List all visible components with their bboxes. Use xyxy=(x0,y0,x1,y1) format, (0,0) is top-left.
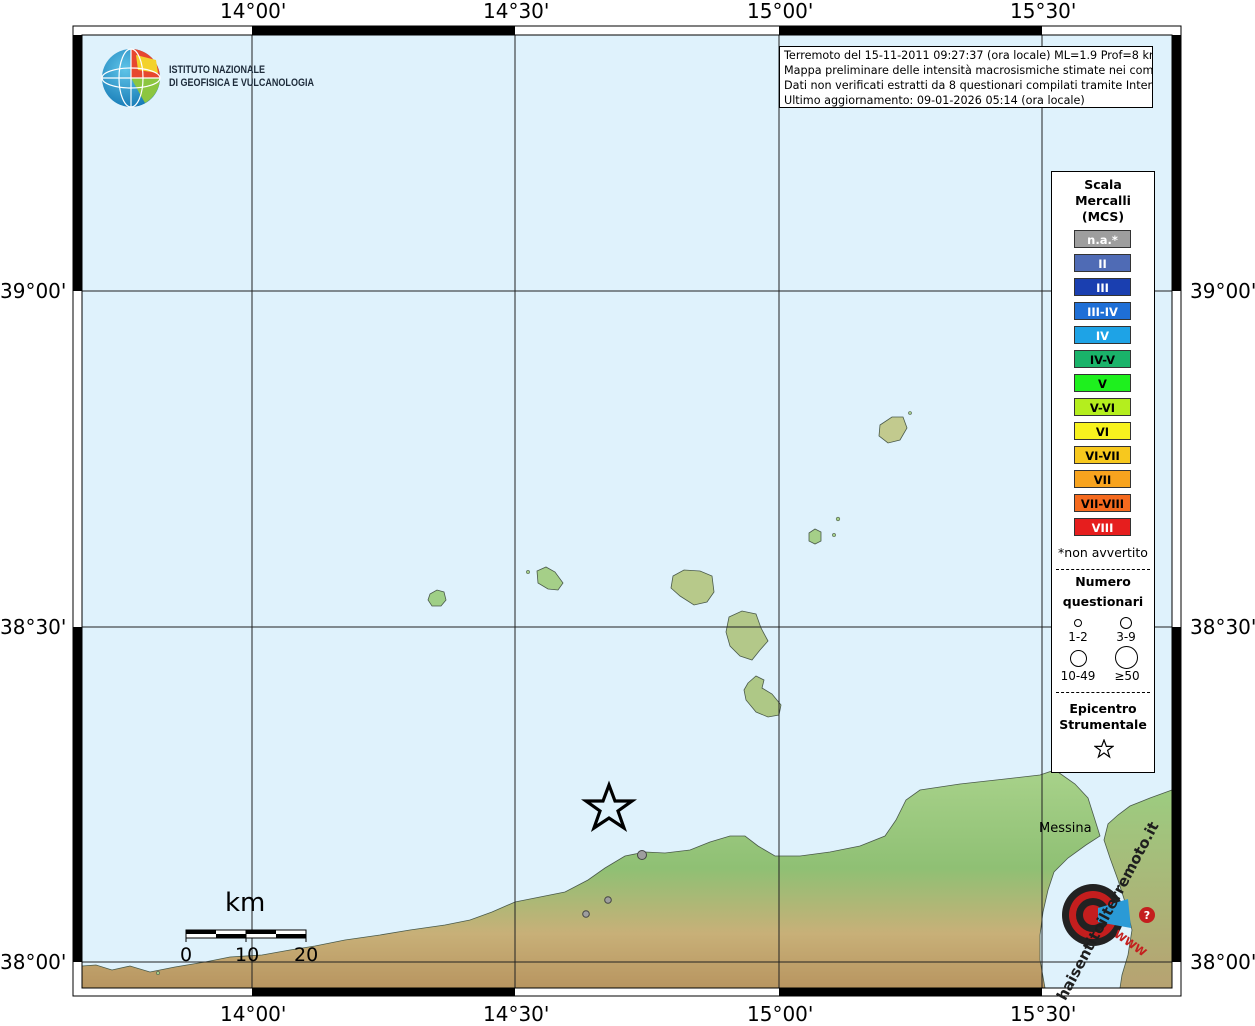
y-tick-right-3: 38°00' xyxy=(1190,950,1255,974)
islet xyxy=(832,533,836,537)
svg-text:?: ? xyxy=(1144,909,1150,922)
count-symbol-xlarge xyxy=(1115,646,1138,669)
survey-point xyxy=(637,850,647,860)
legend-title: Scala Mercalli (MCS) xyxy=(1052,177,1154,225)
count-title-1: Numero xyxy=(1075,574,1131,589)
scale-label-0: 0 xyxy=(180,944,193,966)
legend-swatch: IV xyxy=(1074,326,1131,344)
x-tick-bottom-4: 15°30' xyxy=(1010,1002,1077,1026)
y-tick-right-1: 39°00' xyxy=(1190,279,1255,303)
legend-swatch: VIII xyxy=(1074,518,1131,536)
legend-swatch: VI-VII xyxy=(1074,446,1131,464)
legend-swatch: V xyxy=(1074,374,1131,392)
x-tick-top-4: 15°30' xyxy=(1010,0,1077,23)
count-symbol-large xyxy=(1070,650,1087,667)
legend-swatch: II xyxy=(1074,254,1131,272)
ingv-line1: ISTITUTO NAZIONALE xyxy=(169,64,266,76)
scale-unit: km xyxy=(225,888,266,918)
islet xyxy=(526,570,530,574)
legend-note: *non avvertito xyxy=(1058,545,1148,560)
epicenter-title-2: Strumentale xyxy=(1059,717,1147,732)
scale-label-10: 10 xyxy=(235,944,260,966)
epicenter-legend-star-icon xyxy=(1094,739,1114,759)
ingv-logo-text: ISTITUTO NAZIONALE DI GEOFISICA E VULCAN… xyxy=(169,64,314,90)
legend-swatch: III-IV xyxy=(1074,302,1131,320)
x-tick-bottom-3: 15°00' xyxy=(747,1002,814,1026)
legend-divider xyxy=(1056,569,1150,570)
count-title-2: questionari xyxy=(1062,594,1144,609)
ingv-logo-icon xyxy=(101,48,161,108)
place-messina: Messina xyxy=(1039,821,1092,836)
legend-swatch: V-VI xyxy=(1074,398,1131,416)
count-label-3-9: 3-9 xyxy=(1116,630,1136,644)
islet xyxy=(908,411,912,415)
x-tick-top-3: 15°00' xyxy=(747,0,814,23)
count-symbol-medium xyxy=(1120,617,1132,629)
legend-swatch: IV-V xyxy=(1074,350,1131,368)
legend-title-line1: Scala xyxy=(1084,177,1122,192)
legend-title-line3: (MCS) xyxy=(1081,209,1125,224)
legend-swatch: VI xyxy=(1074,422,1131,440)
legend-swatch: VII-VIII xyxy=(1074,494,1131,512)
survey-point xyxy=(604,896,612,904)
info-line-3: Dati non verificati estratti da 8 questi… xyxy=(784,79,1153,92)
info-line-2: Mappa preliminare delle intensità macros… xyxy=(784,64,1153,77)
x-tick-bottom-1: 14°00' xyxy=(220,1002,287,1026)
info-line-1: Terremoto del 15-11-2011 09:27:37 (ora l… xyxy=(784,49,1153,62)
y-tick-left-2: 38°30' xyxy=(0,615,67,639)
legend-swatch: n.a.* xyxy=(1074,230,1131,248)
count-symbol-small xyxy=(1074,619,1082,627)
islet xyxy=(835,516,841,522)
count-label-50: ≥50 xyxy=(1114,669,1140,683)
y-tick-left-1: 39°00' xyxy=(0,279,67,303)
count-label-1-2: 1-2 xyxy=(1068,630,1088,644)
x-tick-bottom-2: 14°30' xyxy=(483,1002,550,1026)
ingv-line2: DI GEOFISICA E VULCANOLOGIA xyxy=(169,77,314,89)
scale-label-20: 20 xyxy=(294,944,319,966)
survey-point xyxy=(582,910,590,918)
legend-swatch: III xyxy=(1074,278,1131,296)
y-tick-left-3: 38°00' xyxy=(0,950,67,974)
x-tick-top-2: 14°30' xyxy=(483,0,550,23)
legend-divider xyxy=(1056,692,1150,693)
legend-title-line2: Mercalli xyxy=(1075,193,1131,208)
x-tick-top-1: 14°00' xyxy=(220,0,287,23)
islet xyxy=(156,971,160,975)
intensity-legend: Scala Mercalli (MCS) n.a.* II III III-IV IV I… xyxy=(1051,171,1155,773)
event-info-box: Terremoto del 15-11-2011 09:27:37 (ora l… xyxy=(779,46,1153,108)
info-line-4: Ultimo aggiornamento: 09-01-2026 05:14 (… xyxy=(784,94,1085,107)
legend-swatch: VII xyxy=(1074,470,1131,488)
count-label-10-49: 10-49 xyxy=(1060,669,1096,683)
y-tick-right-2: 38°30' xyxy=(1190,615,1255,639)
